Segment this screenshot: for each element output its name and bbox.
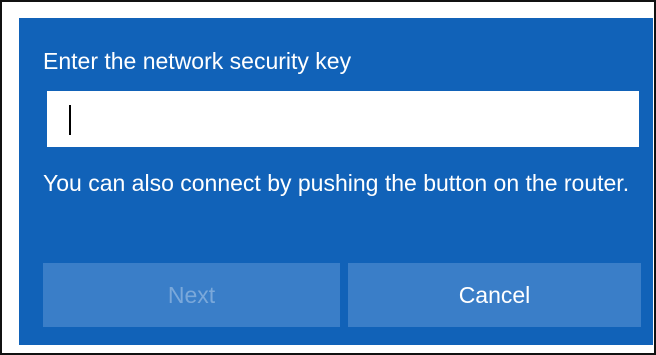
security-key-input[interactable]: [47, 91, 639, 147]
security-key-field[interactable]: [47, 91, 639, 147]
text-caret: [69, 105, 71, 135]
screenshot-frame: Enter the network security key You can a…: [0, 0, 656, 355]
cancel-button[interactable]: Cancel: [348, 263, 641, 327]
wps-hint-text: You can also connect by pushing the butt…: [43, 170, 630, 196]
network-key-panel: Enter the network security key You can a…: [19, 18, 653, 345]
security-key-prompt: Enter the network security key: [43, 48, 352, 74]
next-button[interactable]: Next: [43, 263, 340, 327]
